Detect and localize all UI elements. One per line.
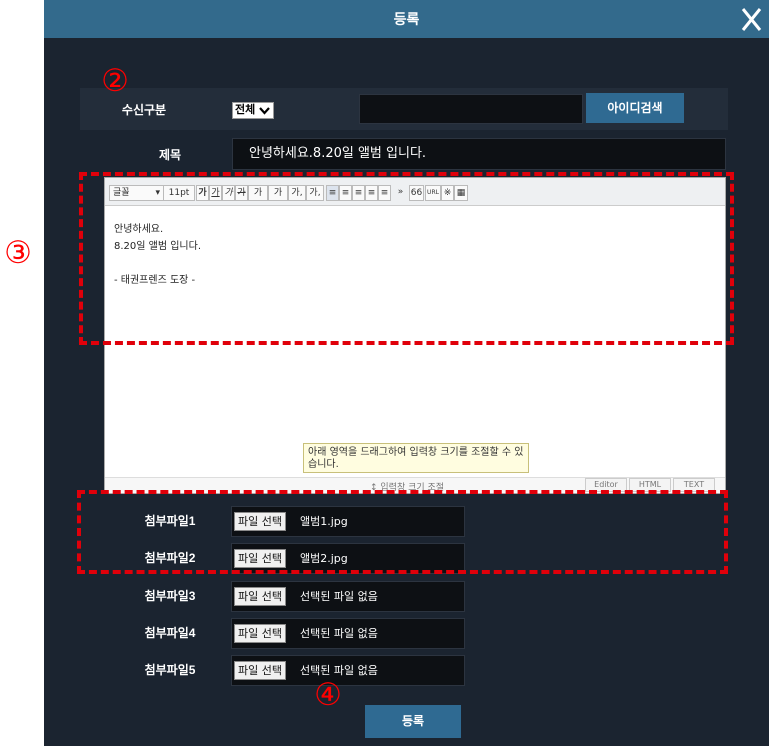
annotation-box-attachments	[77, 490, 728, 574]
attachment-label: 첨부파일3	[144, 589, 196, 603]
file-select-button[interactable]: 파일 선택	[234, 587, 286, 606]
attachment-filename: 선택된 파일 없음	[300, 627, 378, 640]
file-select-button[interactable]: 파일 선택	[234, 624, 286, 643]
file-select-button[interactable]: 파일 선택	[234, 661, 286, 680]
close-button[interactable]	[735, 2, 767, 36]
submit-button[interactable]: 등록	[365, 705, 461, 738]
annotation-number-3: ③	[4, 235, 32, 271]
resize-tooltip: 아래 영역을 드래그하여 입력창 크기를 조절할 수 있습니다.	[303, 443, 529, 473]
annotation-number-4: ④	[314, 677, 342, 713]
annotation-number-2: ②	[101, 63, 129, 99]
attachment-filename: 선택된 파일 없음	[300, 590, 378, 603]
attachment-label: 첨부파일4	[144, 626, 196, 640]
attachment-label: 첨부파일5	[144, 663, 196, 677]
receiver-select-value: 전체	[235, 104, 256, 116]
receiver-select[interactable]: 전체	[232, 102, 274, 119]
chevron-down-icon	[259, 107, 270, 115]
receiver-label: 수신구분	[121, 103, 167, 117]
subject-field[interactable]: 안녕하세요.8.20일 앨범 입니다.	[232, 138, 726, 170]
subject-label: 제목	[158, 148, 182, 162]
dialog-title: 등록	[393, 11, 420, 27]
id-search-button[interactable]: 아이디검색	[586, 93, 684, 123]
close-icon	[741, 8, 762, 31]
id-search-input[interactable]	[359, 94, 583, 124]
annotation-box-editor	[79, 172, 734, 345]
